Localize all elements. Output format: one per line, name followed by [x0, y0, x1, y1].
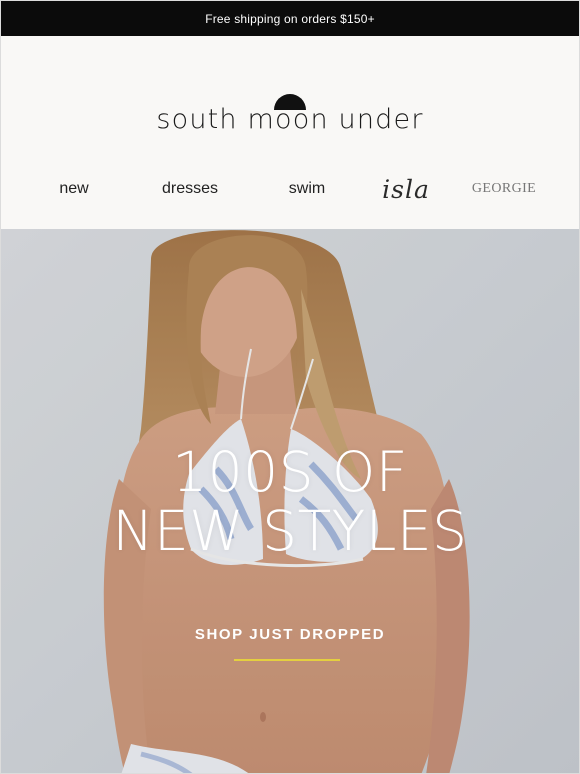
- promo-text[interactable]: Free shipping on orders $150+: [205, 12, 375, 26]
- nav-item-new[interactable]: new: [43, 174, 105, 204]
- nav-item-georgie[interactable]: GEORGIE: [463, 174, 545, 204]
- hero-banner[interactable]: 100S OF NEW STYLES SHOP JUST DROPPED: [1, 229, 579, 773]
- nav-item-swim[interactable]: swim: [277, 174, 337, 204]
- nav-item-isla[interactable]: isla: [373, 174, 439, 204]
- logo-text: south moon under: [156, 104, 424, 135]
- cta-underline: [234, 659, 340, 661]
- main-nav: new dresses swim isla GEORGIE: [1, 174, 579, 204]
- nav-item-dresses[interactable]: dresses: [151, 174, 229, 204]
- promo-bar[interactable]: Free shipping on orders $150+: [1, 1, 579, 36]
- shop-just-dropped-link[interactable]: SHOP JUST DROPPED: [1, 626, 579, 643]
- hero-title[interactable]: 100S OF NEW STYLES: [1, 443, 579, 561]
- header: south moon under new dresses swim isla G…: [1, 36, 579, 229]
- hero-title-line-1: 100S OF: [172, 440, 408, 504]
- email-page: Free shipping on orders $150+ south moon…: [0, 0, 580, 774]
- hero-title-line-2: NEW STYLES: [112, 499, 468, 563]
- brand-logo[interactable]: south moon under: [1, 94, 579, 135]
